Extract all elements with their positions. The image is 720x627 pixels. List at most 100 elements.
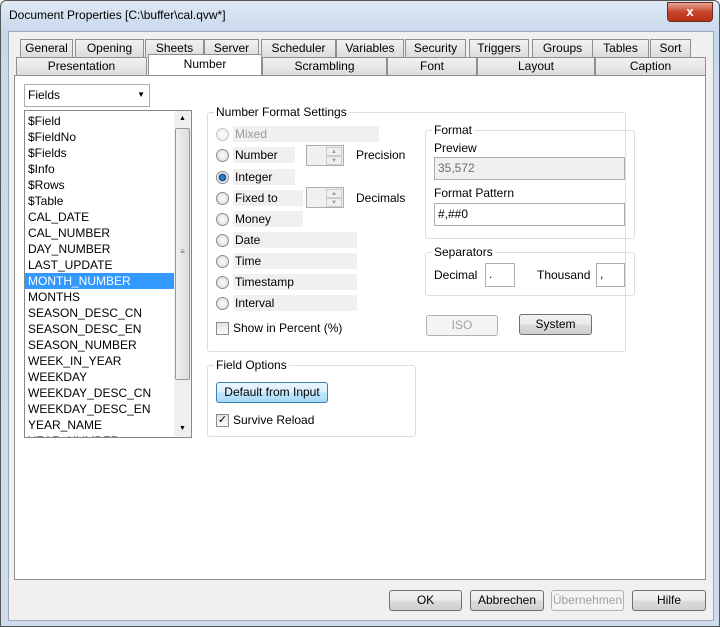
show-percent-checkbox[interactable]: Show in Percent (%) [216,320,342,336]
close-button[interactable]: x [667,2,713,22]
format-legend: Format [432,123,475,137]
radio-button-icon [216,212,229,226]
tab-presentation[interactable]: Presentation [16,57,147,75]
list-item[interactable]: WEEKDAY_DESC_EN [25,401,174,417]
chevron-down-icon: ▼ [137,90,145,99]
precision-spinner[interactable]: ▲ ▼ [306,145,344,166]
thousand-label: Thousand [537,268,591,282]
list-item[interactable]: $Field [25,113,174,129]
scrollbar-thumb[interactable]: ≡ [175,128,190,380]
radio-fixed-to[interactable]: Fixed to [216,190,303,206]
survive-reload-label: Survive Reload [233,413,315,427]
radio-button-icon [216,170,229,184]
preview-field: 35,572 [434,157,625,180]
preview-label: Preview [434,141,477,155]
iso-button[interactable]: ISO [426,315,498,336]
tab-number[interactable]: Number [148,54,262,75]
radio-mixed[interactable]: Mixed [216,126,379,142]
scroll-down-icon[interactable]: ▼ [174,421,191,437]
radio-money[interactable]: Money [216,211,303,227]
tab-font[interactable]: Font [387,57,477,75]
tab-groups[interactable]: Groups [532,39,593,57]
ok-button[interactable]: OK [389,590,462,611]
radio-label: Number [233,147,295,163]
decimal-label: Decimal [434,268,478,282]
radio-button-icon [216,233,229,247]
decimals-label: Decimals [356,191,406,205]
list-item[interactable]: LAST_UPDATE [25,257,174,273]
radio-label: Time [233,253,357,269]
list-item[interactable]: MONTH_NUMBER [25,273,174,289]
decimals-spinner[interactable]: ▲ ▼ [306,187,344,208]
list-item[interactable]: YEAR_NAME [25,417,174,433]
tab-sort[interactable]: Sort [650,39,691,57]
list-item[interactable]: WEEK_IN_YEAR [25,353,174,369]
radio-button-icon [216,148,229,162]
list-item[interactable]: $Info [25,161,174,177]
list-item[interactable]: CAL_DATE [25,209,174,225]
radio-label: Timestamp [233,274,357,290]
checkmark-icon: ✓ [216,413,229,427]
fields-dropdown[interactable]: Fields ▼ [24,84,150,107]
list-item[interactable]: WEEKDAY_DESC_CN [25,385,174,401]
radio-interval[interactable]: Interval [216,295,357,311]
list-item[interactable]: SEASON_DESC_EN [25,321,174,337]
radio-time[interactable]: Time [216,253,357,269]
fields-dropdown-value: Fields [28,88,61,102]
list-item[interactable]: $FieldNo [25,129,174,145]
radio-number[interactable]: Number [216,147,295,163]
grip-icon: ≡ [180,247,185,256]
list-item[interactable]: SEASON_NUMBER [25,337,174,353]
separators-legend: Separators [432,245,495,259]
list-item[interactable]: SEASON_DESC_CN [25,305,174,321]
tab-layout[interactable]: Layout [477,57,595,75]
tab-opening[interactable]: Opening [75,39,144,57]
fields-list[interactable]: $Field $FieldNo $Fields $Info $Rows $Table CAL… [24,110,192,438]
precision-label: Precision [356,148,406,162]
list-item[interactable]: WEEKDAY [25,369,174,385]
list-item[interactable]: $Table [25,193,174,209]
radio-button-icon [216,296,229,310]
radio-button-icon [216,275,229,289]
window-title: Document Properties [C:\buffer\cal.qvw*] [9,8,226,22]
scroll-up-icon[interactable]: ▲ [174,111,191,127]
apply-button[interactable]: Übernehmen [551,590,624,611]
list-item[interactable]: CAL_NUMBER [25,225,174,241]
radio-label: Money [233,211,303,227]
tab-security[interactable]: Security [405,39,466,57]
radio-button-icon [216,191,229,205]
list-item[interactable]: $Rows [25,177,174,193]
format-pattern-input[interactable]: #,##0 [434,203,625,226]
number-format-legend: Number Format Settings [214,105,349,119]
system-button[interactable]: System [519,314,592,335]
list-item[interactable]: YEAR_NUMBER [25,433,174,437]
tab-scrambling[interactable]: Scrambling [262,57,387,75]
radio-label: Mixed [233,126,379,142]
tab-triggers[interactable]: Triggers [469,39,529,57]
decimal-separator-input[interactable]: . [485,263,515,287]
thousand-separator-input[interactable]: , [596,263,625,287]
tab-caption[interactable]: Caption [595,57,706,75]
radio-timestamp[interactable]: Timestamp [216,274,357,290]
radio-button-icon [216,127,229,141]
list-item[interactable]: DAY_NUMBER [25,241,174,257]
list-item[interactable]: $Fields [25,145,174,161]
default-from-input-button[interactable]: Default from Input [216,382,328,403]
cancel-button[interactable]: Abbrechen [470,590,544,611]
tab-tables[interactable]: Tables [592,39,649,57]
radio-label: Integer [233,169,295,185]
radio-integer[interactable]: Integer [216,169,295,185]
radio-button-icon [216,254,229,268]
tab-scheduler[interactable]: Scheduler [261,39,336,57]
radio-date[interactable]: Date [216,232,357,248]
tab-general[interactable]: General [20,39,73,57]
show-percent-label: Show in Percent (%) [233,321,343,335]
list-item[interactable]: MONTHS [25,289,174,305]
help-button[interactable]: Hilfe [632,590,706,611]
survive-reload-checkbox[interactable]: ✓ Survive Reload [216,412,314,428]
tab-variables[interactable]: Variables [336,39,404,57]
checkbox-icon [216,321,229,335]
field-options-legend: Field Options [214,358,289,372]
list-scrollbar[interactable]: ▲ ≡ ▼ [174,111,191,437]
radio-label: Interval [233,295,357,311]
